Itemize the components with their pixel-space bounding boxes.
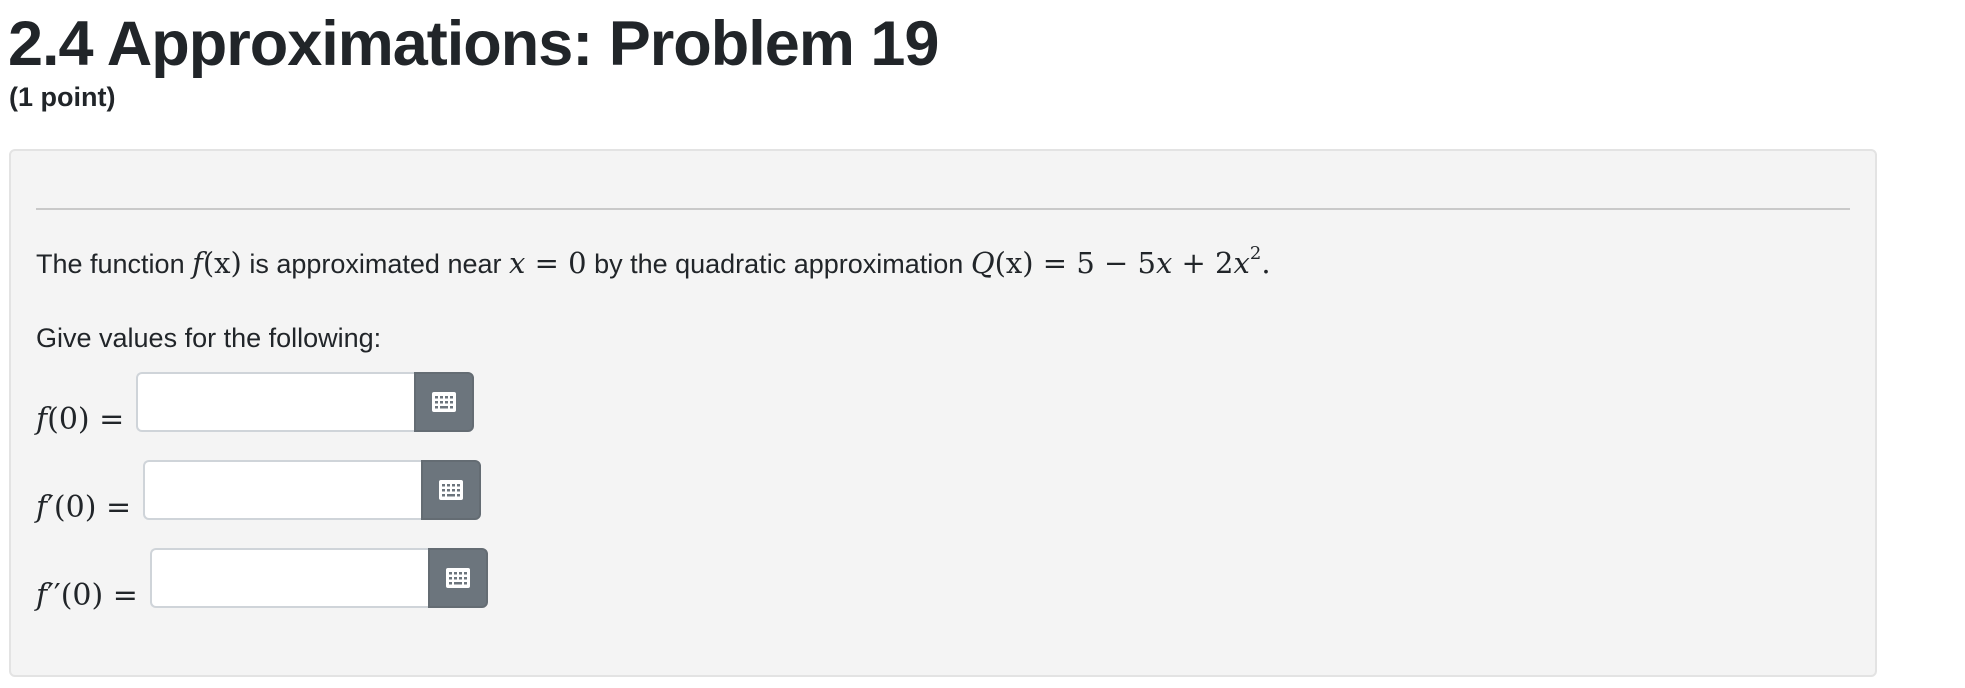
keypad-button-f0[interactable] <box>414 372 475 432</box>
function-expression: f(x) <box>192 246 242 280</box>
keypad-icon <box>432 392 457 412</box>
answer-label-f0: f(0) = <box>36 402 125 437</box>
keypad-button-fdoubleprime0[interactable] <box>427 548 488 608</box>
divider <box>36 208 1850 210</box>
answer-input-fdoubleprime0[interactable] <box>149 548 428 608</box>
answer-input-fprime0[interactable] <box>143 460 422 520</box>
answer-input-group-fprime0 <box>143 460 482 520</box>
statement-by: by the quadratic approximation <box>594 249 964 279</box>
instruction-text: Give values for the following: <box>36 323 382 353</box>
approximation-expression: Q(x) = 5 − 5x + 2x2. <box>970 243 1271 281</box>
answer-input-group-f0 <box>136 372 475 432</box>
answer-row-f0: f(0) = <box>36 372 475 437</box>
page-title: 2.4 Approximations: Problem 19 <box>8 9 939 79</box>
points-label: (1 point) <box>9 82 116 112</box>
problem-card: The function f(x) is approximated near x… <box>9 149 1877 677</box>
answer-label-fprime0: f′(0) = <box>36 490 132 525</box>
answer-row-fdoubleprime0: f′′(0) = <box>36 548 488 613</box>
keypad-icon <box>439 480 464 500</box>
answer-label-fdoubleprime0: f′′(0) = <box>36 578 138 613</box>
keypad-icon <box>445 568 470 588</box>
keypad-button-fprime0[interactable] <box>421 460 482 520</box>
statement-mid: is approximated near <box>249 249 502 279</box>
problem-statement: The function f(x) is approximated near x… <box>36 243 1271 284</box>
statement-intro: The function <box>36 249 185 279</box>
answer-input-f0[interactable] <box>136 372 415 432</box>
answer-input-group-fdoubleprime0 <box>149 548 488 608</box>
answer-row-fprime0: f′(0) = <box>36 460 482 525</box>
point-expression: x = 0 <box>509 246 587 280</box>
